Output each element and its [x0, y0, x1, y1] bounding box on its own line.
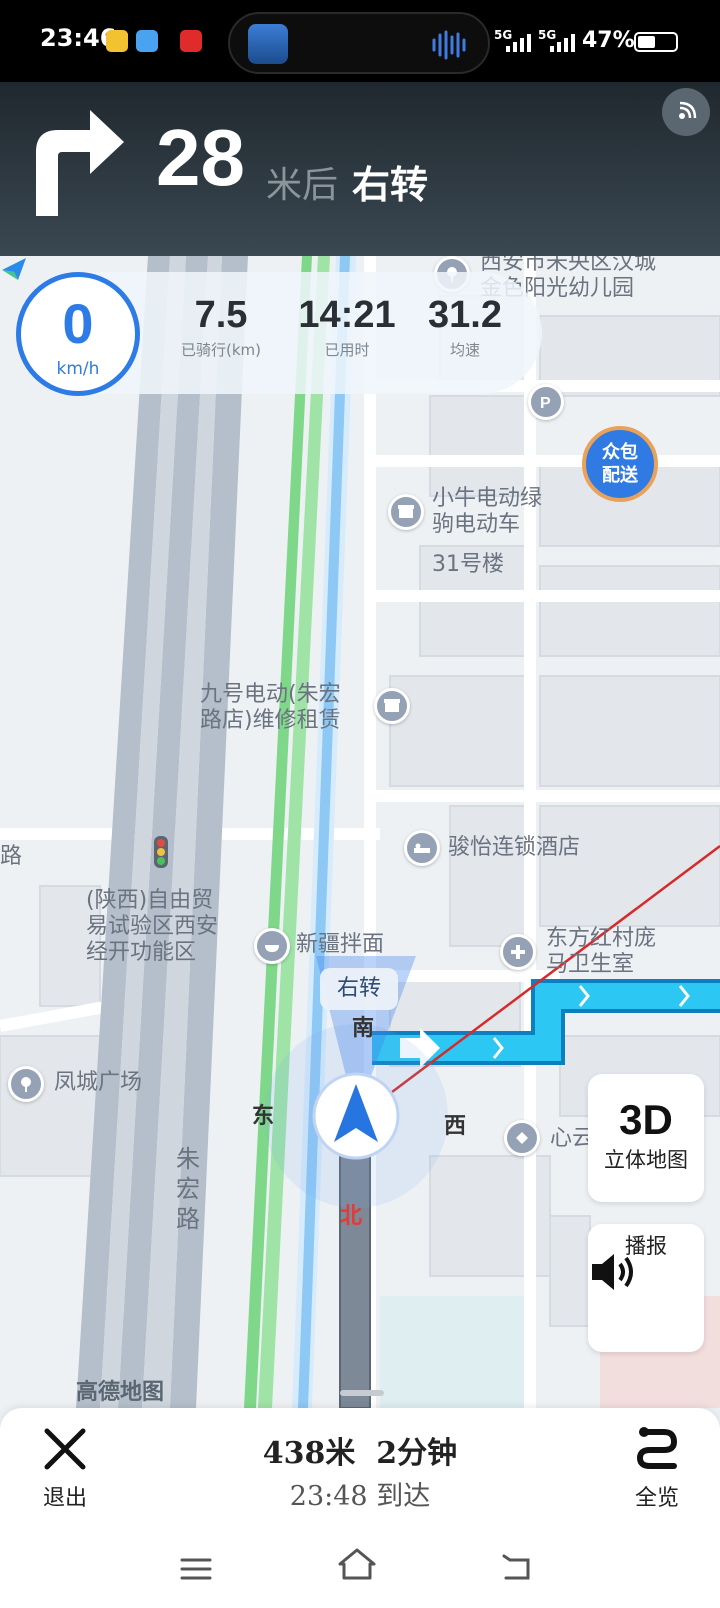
trip-bottom-sheet: 退出 438米 2分钟 23:48 到达 全览	[0, 1390, 720, 1608]
speed-stats-panel: 0 km/h 7.5 已骑行(km) 14:21 已用时 31.2 均速	[16, 272, 542, 396]
status-bar: 23:46 5G 5G 47%	[0, 0, 720, 82]
back-icon[interactable]	[500, 1554, 536, 1584]
map-label-road-left: 路	[0, 844, 23, 869]
overview-label: 全览	[634, 1486, 679, 1511]
map-label-road-zhuhong: 朱 宏 路	[176, 1145, 200, 1233]
broadcast-button[interactable]: 播报	[588, 1224, 704, 1352]
3d-map-big-label: 3D	[619, 1096, 673, 1143]
map-label-ev-shop: 小牛电动绿 驹电动车	[432, 486, 543, 537]
audio-wave-icon	[432, 30, 466, 60]
clinic-poi-icon[interactable]	[500, 934, 536, 970]
stat-time-value: 14:21	[298, 294, 396, 336]
delivery-notification-icon	[180, 30, 202, 52]
map-label-clinic: 东方红村庞 马卫生室	[546, 926, 657, 977]
drag-handle[interactable]	[340, 1390, 384, 1396]
stat-avg-speed: 31.2 均速	[400, 294, 530, 360]
3d-map-button[interactable]: 3D 立体地图	[588, 1074, 704, 1202]
compass-west: 西	[444, 1114, 467, 1139]
stat-distance-value: 7.5	[194, 294, 248, 336]
map-label-ftz: (陕西)自由贸 易试验区西安 经开功能区	[86, 888, 219, 965]
turn-bubble: 右转	[320, 968, 398, 1010]
battery-icon	[634, 32, 678, 52]
trip-eta: 23:48 到达	[289, 1481, 431, 1512]
compass-north: 北	[340, 1204, 363, 1229]
battery-level	[638, 36, 655, 48]
speaker-icon	[592, 1254, 633, 1290]
stat-distance: 7.5 已骑行(km)	[156, 294, 286, 360]
map-label-plaza: 凤城广场	[54, 1070, 143, 1095]
hotel-poi-icon[interactable]	[404, 830, 440, 866]
messenger-notification-icon	[136, 30, 158, 52]
stat-distance-label: 已骑行(km)	[180, 341, 261, 359]
current-speed: 0	[62, 292, 94, 355]
map-label-hotel: 骏怡连锁酒店	[448, 835, 581, 860]
parking-poi-icon[interactable]: P	[528, 384, 564, 420]
exit-label: 退出	[42, 1486, 87, 1511]
home-icon[interactable]	[336, 1546, 378, 1582]
store-poi-icon[interactable]	[504, 1120, 540, 1156]
menu-icon[interactable]	[178, 1554, 214, 1584]
turn-distance: 28	[156, 113, 245, 202]
status-time: 23:46	[40, 24, 117, 52]
broadcast-icon	[679, 101, 697, 119]
map-label-noodle: 新疆拌面	[296, 932, 385, 957]
map-label-ninebot: 九号电动(朱宏 路店)维修租赁	[200, 682, 341, 733]
speedometer: 0 km/h	[16, 272, 140, 396]
map-label-building31: 31号楼	[432, 552, 504, 577]
compass-east: 东	[252, 1104, 275, 1129]
turn-right-icon	[36, 110, 124, 216]
dynamic-island[interactable]	[228, 12, 490, 74]
turn-action: 右转	[352, 163, 429, 207]
turn-instruction-panel: 28 米后 右转	[0, 82, 720, 256]
stat-time: 14:21 已用时	[282, 294, 412, 360]
stat-avg-speed-label: 均速	[449, 341, 480, 359]
stat-avg-speed-value: 31.2	[428, 294, 502, 336]
signal-icon-2	[550, 34, 575, 52]
signal-icon-1	[506, 34, 531, 52]
app-notification-icon	[106, 30, 128, 52]
stat-time-label: 已用时	[324, 341, 370, 359]
exit-button[interactable]: 退出	[30, 1426, 100, 1516]
3d-map-label: 立体地图	[604, 1148, 688, 1172]
repair-shop-poi-icon[interactable]	[374, 688, 410, 724]
svg-text:P: P	[540, 395, 551, 411]
speed-unit: km/h	[56, 359, 100, 379]
route-overview-icon	[636, 1427, 678, 1469]
battery-percent: 47%	[582, 28, 635, 53]
crowdsource-delivery-badge[interactable]: 众包 配送	[582, 426, 658, 502]
close-icon	[44, 1428, 86, 1470]
plaza-poi-icon[interactable]	[8, 1066, 44, 1102]
shop-poi-icon[interactable]	[388, 494, 424, 530]
restaurant-poi-icon[interactable]	[254, 928, 290, 964]
compass-south: 南	[352, 1016, 375, 1041]
overview-button[interactable]: 全览	[622, 1424, 692, 1514]
gaode-logo-text: 高德地图	[76, 1380, 165, 1405]
turn-distance-unit: 米后	[266, 165, 339, 206]
gaode-logo-icon	[2, 258, 26, 280]
map-view[interactable]: 西安市未央区汉城 金色阳光幼儿园 小牛电动绿 驹电动车 31号楼 九号电动(朱宏…	[0, 256, 720, 1408]
trip-summary: 438米 2分钟	[262, 1436, 458, 1471]
music-app-icon	[248, 24, 288, 64]
sound-settings-button[interactable]	[662, 88, 710, 136]
